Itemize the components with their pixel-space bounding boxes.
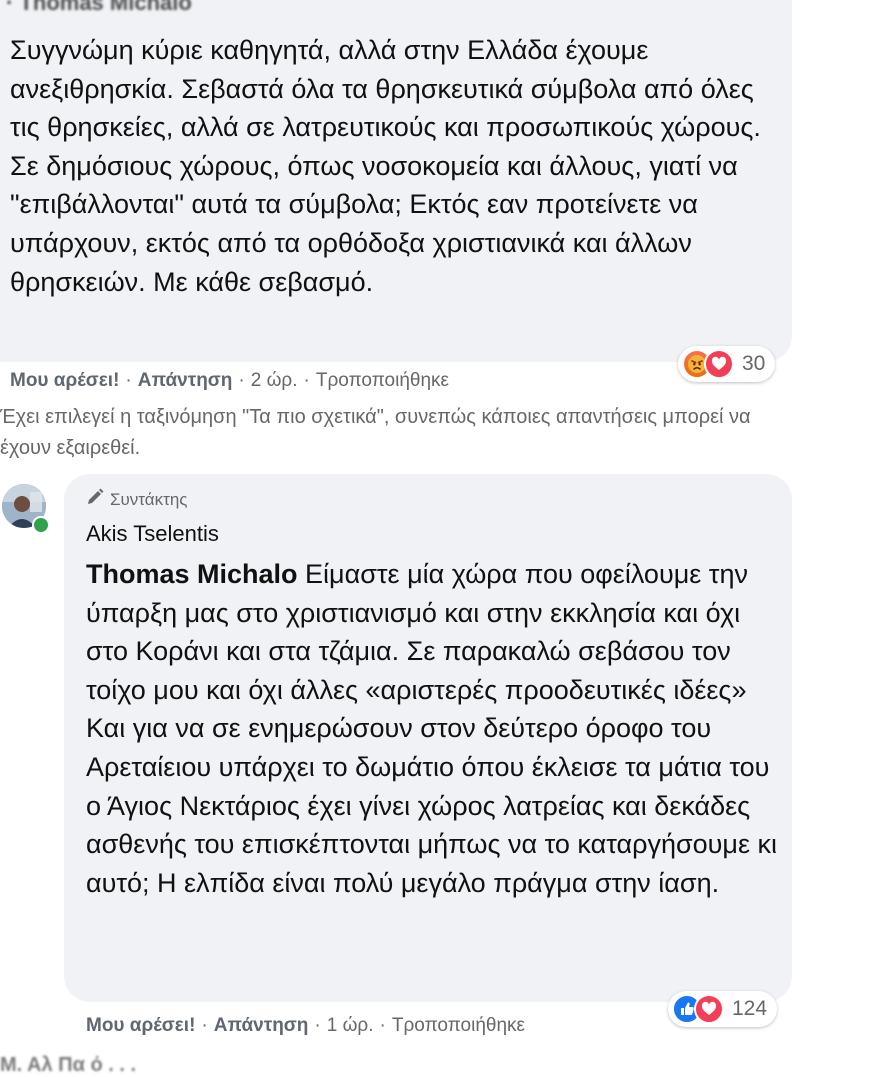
comment-body: Είμαστε μία χώρα που οφείλουμε την ύπαρξ… bbox=[86, 559, 778, 898]
reactions-summary[interactable]: 30 bbox=[678, 346, 776, 382]
reaction-count: 30 bbox=[742, 352, 766, 375]
like-link[interactable]: Μου αρέσει! bbox=[86, 1015, 195, 1036]
comment-actions: Μου αρέσει! · Απάντηση · 2 ώρ. · Τροποποιήθηκε bbox=[10, 370, 450, 391]
mention-link[interactable]: Thomas Michalo bbox=[86, 559, 298, 589]
pen-icon bbox=[86, 488, 104, 511]
love-icon bbox=[704, 349, 734, 379]
timestamp[interactable]: 1 ώρ. bbox=[327, 1015, 374, 1036]
online-status-dot bbox=[32, 516, 50, 534]
edited-label: Τροποποιήθηκε bbox=[391, 1015, 526, 1036]
author-badge-label: Συντάκτης bbox=[110, 489, 188, 509]
like-link[interactable]: Μου αρέσει! bbox=[10, 370, 119, 391]
reactions-summary[interactable]: 124 bbox=[668, 991, 778, 1027]
sort-notice: Έχει επιλεγεί η ταξινόμηση "Τα πιο σχετι… bbox=[0, 406, 751, 459]
edited-label: Τροποποιήθηκε bbox=[315, 370, 450, 391]
love-icon bbox=[694, 994, 724, 1024]
reply-link[interactable]: Απάντηση bbox=[138, 370, 233, 391]
cropped-author-name: · Thomas Michalo bbox=[6, 0, 192, 15]
author-badge: Συντάκτης bbox=[86, 488, 187, 511]
comment-actions: Μου αρέσει! · Απάντηση · 1 ώρ. · Τροποποιήθηκε bbox=[86, 1015, 526, 1036]
comment-text: Συγγνώμη κύριε καθηγητά, αλλά στην Ελλάδ… bbox=[10, 35, 761, 297]
author-name[interactable]: Akis Tselentis bbox=[86, 521, 219, 547]
timestamp[interactable]: 2 ώρ. bbox=[251, 370, 298, 391]
comment-text: Thomas Michalo Είμαστε μία χώρα που οφεί… bbox=[86, 555, 786, 902]
reaction-count: 124 bbox=[732, 997, 768, 1020]
reply-link[interactable]: Απάντηση bbox=[214, 1015, 309, 1036]
